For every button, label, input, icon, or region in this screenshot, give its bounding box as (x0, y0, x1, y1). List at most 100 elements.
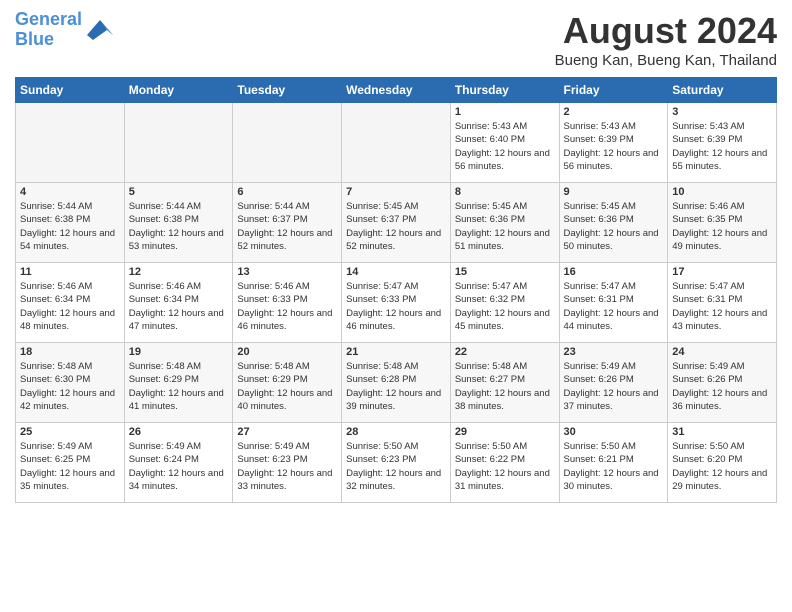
sunrise-label: Sunrise: 5:47 AM (672, 281, 744, 292)
calendar-cell: 23 Sunrise: 5:49 AM Sunset: 6:26 PM Dayl… (559, 343, 668, 423)
calendar-cell: 24 Sunrise: 5:49 AM Sunset: 6:26 PM Dayl… (668, 343, 777, 423)
day-info: Sunrise: 5:49 AM Sunset: 6:24 PM Dayligh… (129, 440, 229, 493)
sunrise-label: Sunrise: 5:45 AM (455, 201, 527, 212)
calendar-cell: 1 Sunrise: 5:43 AM Sunset: 6:40 PM Dayli… (450, 103, 559, 183)
day-number: 7 (346, 186, 446, 198)
calendar-cell: 29 Sunrise: 5:50 AM Sunset: 6:22 PM Dayl… (450, 423, 559, 503)
sunset-label: Sunset: 6:33 PM (346, 294, 416, 305)
week-row-5: 25 Sunrise: 5:49 AM Sunset: 6:25 PM Dayl… (16, 423, 777, 503)
day-info: Sunrise: 5:44 AM Sunset: 6:38 PM Dayligh… (20, 200, 120, 253)
sunset-label: Sunset: 6:39 PM (564, 134, 634, 145)
sunrise-label: Sunrise: 5:49 AM (237, 441, 309, 452)
day-number: 25 (20, 426, 120, 438)
sunrise-label: Sunrise: 5:44 AM (129, 201, 201, 212)
day-number: 29 (455, 426, 555, 438)
daylight-label: Daylight: 12 hours and 35 minutes. (20, 468, 115, 492)
daylight-label: Daylight: 12 hours and 30 minutes. (564, 468, 659, 492)
calendar-cell: 16 Sunrise: 5:47 AM Sunset: 6:31 PM Dayl… (559, 263, 668, 343)
sunrise-label: Sunrise: 5:45 AM (564, 201, 636, 212)
sunset-label: Sunset: 6:28 PM (346, 374, 416, 385)
sunset-label: Sunset: 6:40 PM (455, 134, 525, 145)
calendar-cell (124, 103, 233, 183)
day-info: Sunrise: 5:49 AM Sunset: 6:26 PM Dayligh… (672, 360, 772, 413)
calendar-cell: 6 Sunrise: 5:44 AM Sunset: 6:37 PM Dayli… (233, 183, 342, 263)
day-info: Sunrise: 5:46 AM Sunset: 6:33 PM Dayligh… (237, 280, 337, 333)
calendar-cell: 9 Sunrise: 5:45 AM Sunset: 6:36 PM Dayli… (559, 183, 668, 263)
day-number: 12 (129, 266, 229, 278)
day-number: 2 (564, 106, 664, 118)
sunset-label: Sunset: 6:34 PM (20, 294, 90, 305)
day-number: 10 (672, 186, 772, 198)
day-number: 24 (672, 346, 772, 358)
calendar-cell: 22 Sunrise: 5:48 AM Sunset: 6:27 PM Dayl… (450, 343, 559, 423)
sunset-label: Sunset: 6:38 PM (20, 214, 90, 225)
day-number: 17 (672, 266, 772, 278)
sunset-label: Sunset: 6:25 PM (20, 454, 90, 465)
sunrise-label: Sunrise: 5:49 AM (564, 361, 636, 372)
calendar-cell: 21 Sunrise: 5:48 AM Sunset: 6:28 PM Dayl… (342, 343, 451, 423)
day-info: Sunrise: 5:47 AM Sunset: 6:31 PM Dayligh… (564, 280, 664, 333)
calendar-cell: 17 Sunrise: 5:47 AM Sunset: 6:31 PM Dayl… (668, 263, 777, 343)
calendar-cell (233, 103, 342, 183)
sunrise-label: Sunrise: 5:45 AM (346, 201, 418, 212)
sunrise-label: Sunrise: 5:43 AM (672, 121, 744, 132)
day-info: Sunrise: 5:49 AM Sunset: 6:25 PM Dayligh… (20, 440, 120, 493)
calendar-cell: 19 Sunrise: 5:48 AM Sunset: 6:29 PM Dayl… (124, 343, 233, 423)
sunrise-label: Sunrise: 5:49 AM (129, 441, 201, 452)
day-number: 21 (346, 346, 446, 358)
title-section: August 2024 Bueng Kan, Bueng Kan, Thaila… (555, 10, 777, 69)
calendar-cell: 14 Sunrise: 5:47 AM Sunset: 6:33 PM Dayl… (342, 263, 451, 343)
sunset-label: Sunset: 6:29 PM (237, 374, 307, 385)
day-info: Sunrise: 5:43 AM Sunset: 6:39 PM Dayligh… (564, 120, 664, 173)
sunset-label: Sunset: 6:36 PM (455, 214, 525, 225)
weekday-header-wednesday: Wednesday (342, 78, 451, 103)
day-number: 14 (346, 266, 446, 278)
calendar-cell: 13 Sunrise: 5:46 AM Sunset: 6:33 PM Dayl… (233, 263, 342, 343)
day-number: 3 (672, 106, 772, 118)
calendar-cell: 3 Sunrise: 5:43 AM Sunset: 6:39 PM Dayli… (668, 103, 777, 183)
header: GeneralBlue August 2024 Bueng Kan, Bueng… (15, 10, 777, 69)
calendar-cell: 28 Sunrise: 5:50 AM Sunset: 6:23 PM Dayl… (342, 423, 451, 503)
sunrise-label: Sunrise: 5:49 AM (672, 361, 744, 372)
day-info: Sunrise: 5:43 AM Sunset: 6:40 PM Dayligh… (455, 120, 555, 173)
sunset-label: Sunset: 6:27 PM (455, 374, 525, 385)
calendar-cell: 2 Sunrise: 5:43 AM Sunset: 6:39 PM Dayli… (559, 103, 668, 183)
sunset-label: Sunset: 6:26 PM (564, 374, 634, 385)
daylight-label: Daylight: 12 hours and 34 minutes. (129, 468, 224, 492)
sunset-label: Sunset: 6:33 PM (237, 294, 307, 305)
day-info: Sunrise: 5:45 AM Sunset: 6:36 PM Dayligh… (455, 200, 555, 253)
sunrise-label: Sunrise: 5:46 AM (672, 201, 744, 212)
sunset-label: Sunset: 6:31 PM (672, 294, 742, 305)
sunset-label: Sunset: 6:23 PM (237, 454, 307, 465)
calendar-cell: 8 Sunrise: 5:45 AM Sunset: 6:36 PM Dayli… (450, 183, 559, 263)
day-number: 23 (564, 346, 664, 358)
daylight-label: Daylight: 12 hours and 46 minutes. (237, 308, 332, 332)
daylight-label: Daylight: 12 hours and 48 minutes. (20, 308, 115, 332)
daylight-label: Daylight: 12 hours and 51 minutes. (455, 228, 550, 252)
daylight-label: Daylight: 12 hours and 41 minutes. (129, 388, 224, 412)
day-info: Sunrise: 5:50 AM Sunset: 6:21 PM Dayligh… (564, 440, 664, 493)
daylight-label: Daylight: 12 hours and 49 minutes. (672, 228, 767, 252)
day-number: 19 (129, 346, 229, 358)
daylight-label: Daylight: 12 hours and 44 minutes. (564, 308, 659, 332)
day-info: Sunrise: 5:46 AM Sunset: 6:34 PM Dayligh… (20, 280, 120, 333)
calendar-cell: 11 Sunrise: 5:46 AM Sunset: 6:34 PM Dayl… (16, 263, 125, 343)
sunset-label: Sunset: 6:24 PM (129, 454, 199, 465)
day-info: Sunrise: 5:47 AM Sunset: 6:33 PM Dayligh… (346, 280, 446, 333)
day-number: 18 (20, 346, 120, 358)
daylight-label: Daylight: 12 hours and 56 minutes. (455, 148, 550, 172)
day-info: Sunrise: 5:48 AM Sunset: 6:30 PM Dayligh… (20, 360, 120, 413)
sunrise-label: Sunrise: 5:47 AM (455, 281, 527, 292)
day-info: Sunrise: 5:48 AM Sunset: 6:29 PM Dayligh… (237, 360, 337, 413)
sunset-label: Sunset: 6:39 PM (672, 134, 742, 145)
calendar-cell: 18 Sunrise: 5:48 AM Sunset: 6:30 PM Dayl… (16, 343, 125, 423)
day-number: 13 (237, 266, 337, 278)
week-row-2: 4 Sunrise: 5:44 AM Sunset: 6:38 PM Dayli… (16, 183, 777, 263)
location: Bueng Kan, Bueng Kan, Thailand (555, 52, 777, 69)
sunset-label: Sunset: 6:21 PM (564, 454, 634, 465)
weekday-header-tuesday: Tuesday (233, 78, 342, 103)
sunrise-label: Sunrise: 5:48 AM (129, 361, 201, 372)
sunset-label: Sunset: 6:29 PM (129, 374, 199, 385)
week-row-3: 11 Sunrise: 5:46 AM Sunset: 6:34 PM Dayl… (16, 263, 777, 343)
day-info: Sunrise: 5:48 AM Sunset: 6:29 PM Dayligh… (129, 360, 229, 413)
